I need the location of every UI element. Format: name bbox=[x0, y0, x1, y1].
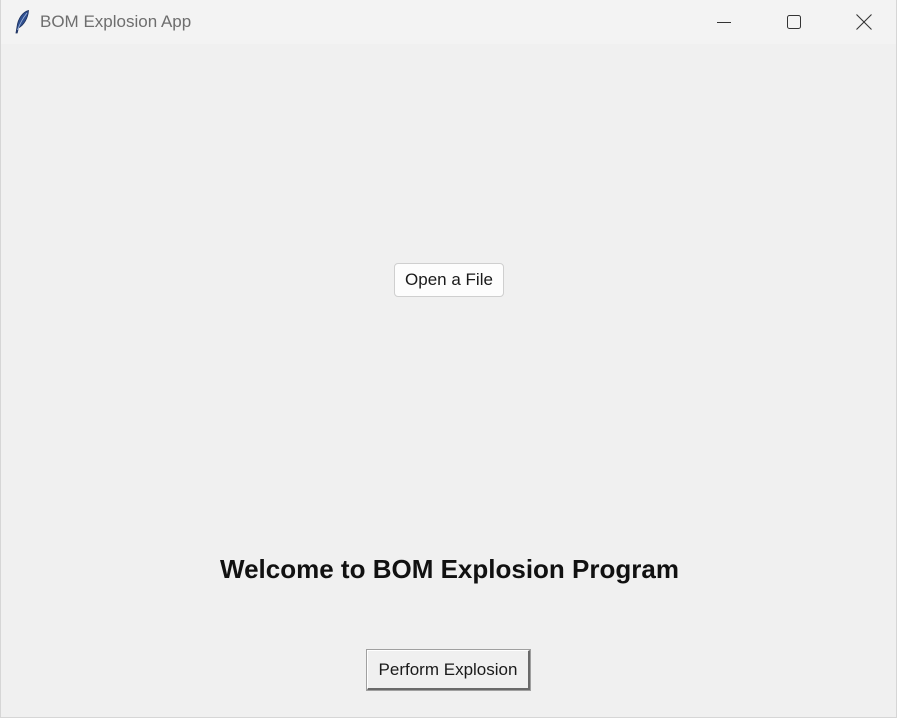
close-icon bbox=[855, 13, 873, 31]
feather-icon bbox=[13, 9, 31, 35]
maximize-button[interactable] bbox=[771, 0, 817, 44]
close-button[interactable] bbox=[841, 0, 887, 44]
title-bar[interactable]: BOM Explosion App bbox=[1, 0, 896, 44]
client-area: Open a File Welcome to BOM Explosion Pro… bbox=[1, 44, 896, 717]
maximize-icon bbox=[786, 14, 802, 30]
open-file-button[interactable]: Open a File bbox=[394, 263, 504, 297]
minimize-icon bbox=[716, 14, 732, 30]
minimize-button[interactable] bbox=[701, 0, 747, 44]
window-title: BOM Explosion App bbox=[40, 12, 192, 31]
app-window: BOM Explosion App Open a File Welcome to… bbox=[0, 0, 897, 718]
perform-explosion-button[interactable]: Perform Explosion bbox=[366, 649, 531, 691]
welcome-heading: Welcome to BOM Explosion Program bbox=[220, 554, 679, 584]
